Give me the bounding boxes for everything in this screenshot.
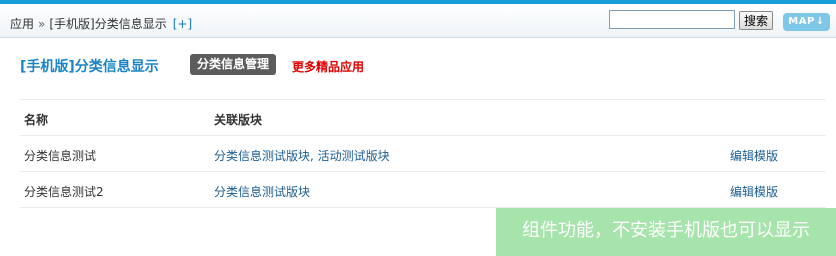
table-row: 分类信息测试2 分类信息测试版块 编辑模版 xyxy=(20,172,826,208)
row-boards-link[interactable]: 分类信息测试版块, 活动测试版块 xyxy=(214,147,390,164)
feature-note-banner: 组件功能，不安装手机版也可以显示 xyxy=(496,208,836,256)
arrow-down-icon: ↓ xyxy=(815,16,825,27)
breadcrumb: 应用 » [手机版]分类信息显示 [+] xyxy=(10,15,192,32)
breadcrumb-root-link[interactable]: 应用 xyxy=(10,17,34,31)
admin-page: 应用» [手机版]分类信息显示 [+] 搜索 MAP↓ [手机版]分类信息显示 分类… xyxy=(0,0,836,256)
table-header-row: 名称 关联版块 xyxy=(20,100,826,136)
column-header-boards: 关联版块 xyxy=(214,113,263,127)
manage-category-info-button[interactable]: 分类信息管理 xyxy=(190,54,277,75)
more-apps-link[interactable]: 更多精品应用 xyxy=(292,58,364,75)
search-button[interactable]: 搜索 xyxy=(739,11,773,30)
category-info-table: 名称 关联版块 分类信息测试 分类信息测试版块, 活动测试版块 编辑模版 分类信… xyxy=(20,99,826,208)
edit-template-link[interactable]: 编辑模版 xyxy=(730,183,778,200)
page-header: 应用 » [手机版]分类信息显示 [+] 搜索 MAP↓ xyxy=(0,4,836,38)
breadcrumb-current: [手机版]分类信息显示 xyxy=(49,17,167,31)
search-input[interactable] xyxy=(609,10,735,29)
map-button-label: MAP xyxy=(788,16,815,27)
row-name: 分类信息测试2 xyxy=(24,185,104,199)
edit-template-link[interactable]: 编辑模版 xyxy=(730,147,778,164)
table-row: 分类信息测试 分类信息测试版块, 活动测试版块 编辑模版 xyxy=(20,136,826,172)
breadcrumb-separator: » xyxy=(38,17,46,31)
row-boards-link[interactable]: 分类信息测试版块 xyxy=(214,183,310,200)
plugin-title: [手机版]分类信息显示 xyxy=(20,59,159,75)
map-button[interactable]: MAP↓ xyxy=(783,13,830,31)
row-name: 分类信息测试 xyxy=(24,149,97,163)
column-header-name: 名称 xyxy=(24,113,49,127)
add-to-shortcuts-link[interactable]: [+] xyxy=(173,17,192,31)
